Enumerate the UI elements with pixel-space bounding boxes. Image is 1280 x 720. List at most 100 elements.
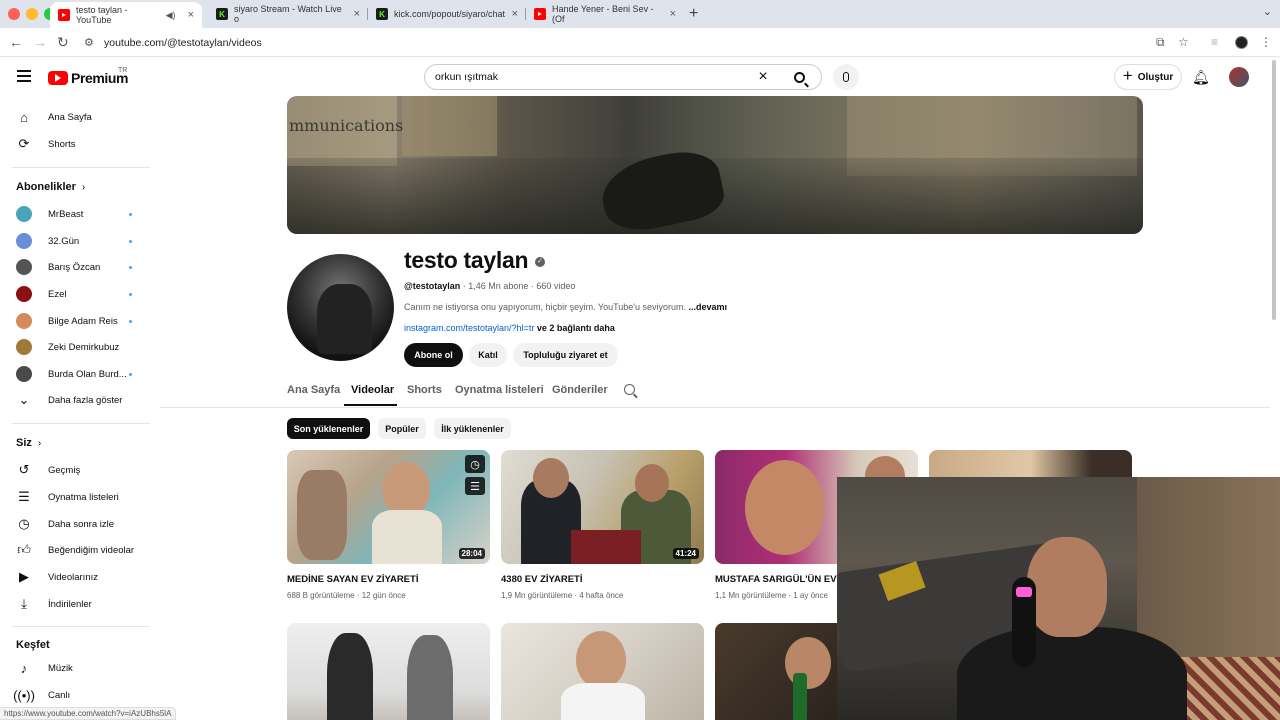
tab-videos[interactable]: Videolar <box>351 384 394 396</box>
browser-tab[interactable]: testo taylan - YouTube ◀) × <box>50 2 202 28</box>
webcam-overlay <box>837 477 1280 720</box>
close-tab-icon[interactable]: × <box>512 8 518 20</box>
url-text: youtube.com/@testotaylan/videos <box>104 36 262 49</box>
page-scrollbar[interactable] <box>1270 60 1278 320</box>
sidebar-item-label: Burda Olan Burd... <box>48 368 127 380</box>
sidebar-item-downloads[interactable]: ⤓ İndirilenler <box>0 591 150 617</box>
more-menu-icon[interactable]: ⋮ <box>1260 35 1272 49</box>
subscriptions-header[interactable]: Abonelikler › <box>16 181 85 193</box>
voice-search-button[interactable] <box>833 64 859 90</box>
video-thumbnail[interactable] <box>287 623 490 720</box>
browser-profile-avatar[interactable] <box>1235 36 1248 49</box>
video-icon: ▶ <box>19 569 29 584</box>
community-button[interactable]: Topluluğu ziyaret et <box>513 343 618 367</box>
search-icon <box>793 71 805 83</box>
sidebar-item-label: Barış Özcan <box>48 261 101 273</box>
install-icon[interactable]: ⧉ <box>1156 35 1165 50</box>
sidebar-channel-item[interactable]: Zeki Demirkubuz <box>0 334 150 360</box>
search-input[interactable]: orkun ışıtmak <box>425 71 749 83</box>
chevron-right-icon: › <box>37 438 42 449</box>
plus-icon: + <box>1122 66 1133 85</box>
sidebar-item-your-videos[interactable]: ▶ Videolarınız <box>0 564 150 590</box>
browser-tab[interactable]: K siyaro Stream - Watch Live o × <box>208 3 368 25</box>
add-to-queue-icon[interactable]: ☰ <box>465 477 485 495</box>
video-thumbnail[interactable]: 41:24 <box>501 450 704 564</box>
sidebar-channel-item[interactable]: 32.Gün <box>0 228 150 254</box>
description-more-link[interactable]: ...devamı <box>689 302 728 312</box>
sidebar-item-liked[interactable]: 👍︎ Beğendiğim videolar <box>0 537 150 563</box>
video-title[interactable]: 4380 EV ZİYARETİ <box>501 574 583 585</box>
account-avatar[interactable] <box>1229 67 1249 87</box>
channel-avatar <box>16 233 32 249</box>
you-header[interactable]: Siz › <box>16 437 41 449</box>
close-tab-icon[interactable]: × <box>670 8 676 20</box>
sidebar-item-live[interactable]: ((•)) Canlı <box>0 682 150 708</box>
sidebar-item-music[interactable]: ♪ Müzik <box>0 655 150 681</box>
notifications-bell-icon[interactable]: 🔔︎ <box>1192 69 1210 86</box>
sidebar-item-home[interactable]: ⌂ Ana Sayfa <box>0 104 150 130</box>
minimize-window-button[interactable] <box>26 8 38 20</box>
chevron-down-icon[interactable]: ⌄ <box>1263 5 1272 18</box>
channel-search-icon[interactable] <box>624 384 635 395</box>
chip-latest[interactable]: Son yüklenenler <box>287 418 370 439</box>
instagram-link[interactable]: instagram.com/testotaylan/?hl=tr <box>404 323 534 333</box>
sidebar-item-label: Müzik <box>48 662 73 674</box>
search-button[interactable] <box>777 64 821 90</box>
microphone-icon <box>843 72 849 82</box>
browser-tab[interactable]: Hande Yener - Beni Sev - (Of × <box>526 3 684 25</box>
sidebar-item-shorts[interactable]: ⟳ Shorts <box>0 131 150 157</box>
tab-shorts[interactable]: Shorts <box>407 384 442 396</box>
audio-icon[interactable]: ◀) <box>166 10 176 21</box>
show-more-button[interactable]: ⌄ Daha fazla göster <box>0 387 150 413</box>
tab-title: kick.com/popout/siyaro/chat <box>394 9 506 19</box>
chip-popular[interactable]: Popüler <box>378 418 426 439</box>
sidebar-channel-item[interactable]: MrBeast <box>0 201 150 227</box>
create-button[interactable]: + Oluştur <box>1114 64 1182 90</box>
sidebar-channel-item[interactable]: Bilge Adam Reis <box>0 308 150 334</box>
sidebar-item-label: Beğendiğim videolar <box>48 544 135 556</box>
subscribe-button[interactable]: Abone ol <box>404 343 463 367</box>
address-bar[interactable]: ⚙ youtube.com/@testotaylan/videos <box>84 32 1204 53</box>
sidebar-channel-item[interactable]: Ezel <box>0 281 150 307</box>
sidebar-item-label: Daha sonra izle <box>48 518 115 530</box>
extensions-icon[interactable]: ≡ <box>1211 35 1218 49</box>
video-thumbnail[interactable]: ◷ ☰ 28:04 <box>287 450 490 564</box>
menu-icon[interactable] <box>17 70 31 85</box>
join-button[interactable]: Katıl <box>469 343 507 367</box>
tab-title: testo taylan - YouTube <box>76 5 128 25</box>
back-icon[interactable]: ← <box>9 34 23 50</box>
close-tab-icon[interactable]: × <box>188 9 194 21</box>
clock-icon: ◷ <box>18 516 30 531</box>
sidebar-channel-item[interactable]: Barış Özcan <box>0 254 150 280</box>
search-box[interactable]: orkun ışıtmak × <box>424 64 822 90</box>
close-window-button[interactable] <box>8 8 20 20</box>
sidebar-item-label: MrBeast <box>48 208 84 220</box>
video-thumbnail[interactable] <box>501 623 704 720</box>
site-settings-icon[interactable]: ⚙ <box>84 36 96 49</box>
channel-avatar-large[interactable] <box>287 254 394 361</box>
shorts-icon: ⟳ <box>18 136 30 151</box>
more-links-button[interactable]: ve 2 bağlantı daha <box>534 323 615 333</box>
tab-playlists[interactable]: Oynatma listeleri <box>455 384 544 396</box>
sidebar-item-playlists[interactable]: ☰ Oynatma listeleri <box>0 484 150 510</box>
sidebar-channel-item[interactable]: Burda Olan Burd... <box>0 361 150 387</box>
close-tab-icon[interactable]: × <box>354 8 360 20</box>
reload-icon[interactable]: ↻ <box>57 34 69 51</box>
new-content-dot <box>129 292 132 296</box>
youtube-premium-logo[interactable]: Premium TR <box>48 67 129 86</box>
link-status-bar: https://www.youtube.com/watch?v=iAzUBhs5… <box>0 707 177 720</box>
tab-posts[interactable]: Gönderiler <box>552 384 608 396</box>
channel-description[interactable]: Canım ne istiyorsa onu yapıyorum, hiçbir… <box>404 302 727 312</box>
sidebar-item-watch-later[interactable]: ◷ Daha sonra izle <box>0 511 150 537</box>
browser-tab[interactable]: K kick.com/popout/siyaro/chat × <box>368 3 526 25</box>
video-title[interactable]: MEDİNE SAYAN EV ZİYARETİ <box>287 574 418 585</box>
tab-home[interactable]: Ana Sayfa <box>287 384 340 396</box>
clear-search-icon[interactable]: × <box>749 68 777 86</box>
window-controls <box>8 8 56 20</box>
sidebar-item-history[interactable]: ↺ Geçmiş <box>0 457 150 483</box>
forward-icon[interactable]: → <box>33 34 47 50</box>
bookmark-star-icon[interactable]: ☆ <box>1178 35 1189 49</box>
chip-oldest[interactable]: İlk yüklenenler <box>434 418 511 439</box>
new-tab-icon[interactable]: + <box>689 5 698 23</box>
watch-later-icon[interactable]: ◷ <box>465 455 485 473</box>
